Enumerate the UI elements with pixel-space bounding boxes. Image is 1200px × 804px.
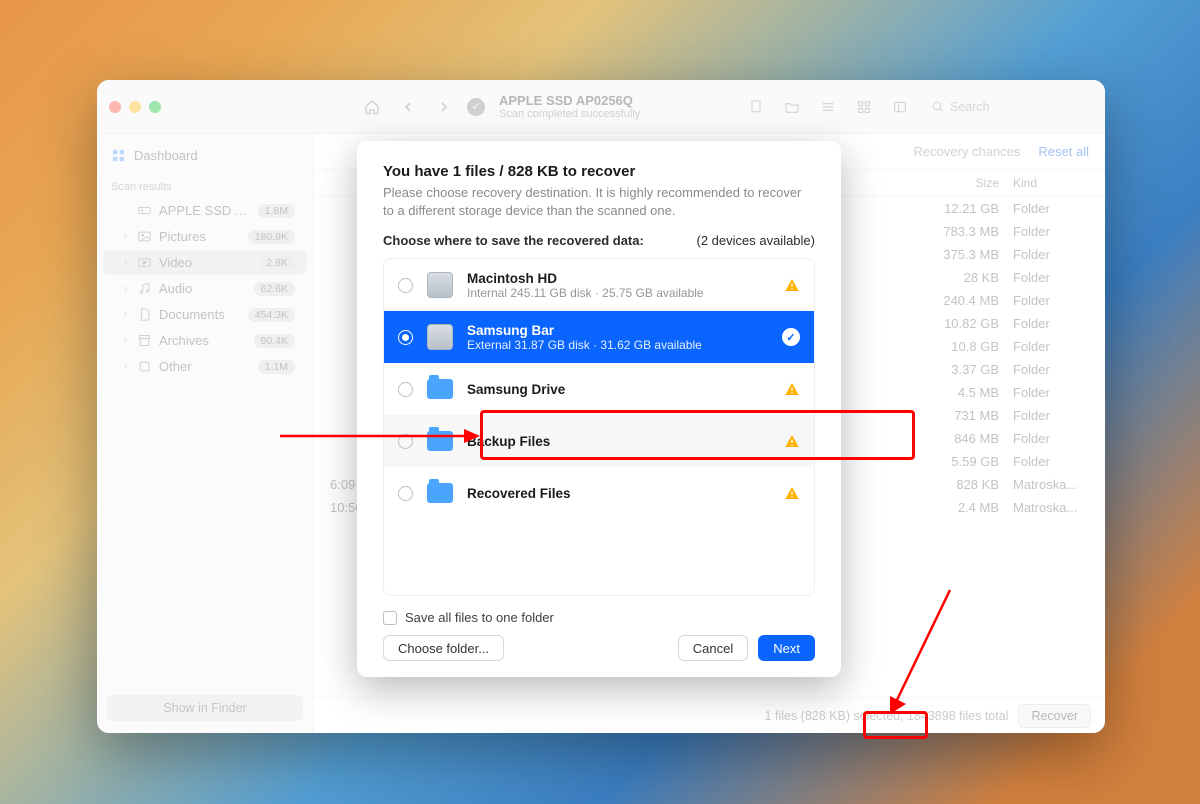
cancel-button[interactable]: Cancel (678, 635, 748, 661)
device-detail: External 31.87 GB disk · 31.62 GB availa… (467, 338, 770, 352)
check-icon: ✓ (782, 328, 800, 346)
radio-icon[interactable] (398, 486, 413, 501)
device-option-backup-files[interactable]: Backup Files (384, 415, 814, 467)
checkbox-icon[interactable] (383, 611, 397, 625)
choose-folder-button[interactable]: Choose folder... (383, 635, 504, 661)
app-window: ✓ APPLE SSD AP0256Q Scan completed succe… (97, 80, 1105, 733)
folder-icon (427, 379, 453, 399)
modal-title: You have 1 files / 828 KB to recover (383, 163, 815, 180)
folder-icon (427, 431, 453, 451)
drive-icon (427, 272, 453, 298)
radio-icon[interactable] (398, 330, 413, 345)
device-option-macintosh-hd[interactable]: Macintosh HDInternal 245.11 GB disk · 25… (384, 259, 814, 311)
warning-icon (784, 277, 800, 293)
device-name: Samsung Drive (467, 382, 772, 397)
modal-subtitle: Please choose recovery destination. It i… (383, 184, 815, 219)
next-button[interactable]: Next (758, 635, 815, 661)
warning-icon (784, 381, 800, 397)
device-option-recovered-files[interactable]: Recovered Files (384, 467, 814, 519)
warning-icon (784, 433, 800, 449)
device-list[interactable]: Macintosh HDInternal 245.11 GB disk · 25… (383, 258, 815, 596)
device-option-samsung-bar[interactable]: Samsung BarExternal 31.87 GB disk · 31.6… (384, 311, 814, 363)
device-name: Recovered Files (467, 486, 772, 501)
devices-available: (2 devices available) (696, 233, 815, 248)
radio-icon[interactable] (398, 278, 413, 293)
radio-icon[interactable] (398, 434, 413, 449)
save-all-option[interactable]: Save all files to one folder (383, 606, 815, 635)
device-name: Macintosh HD (467, 271, 772, 286)
warning-icon (784, 485, 800, 501)
device-name: Samsung Bar (467, 323, 770, 338)
folder-icon (427, 483, 453, 503)
save-all-label: Save all files to one folder (405, 610, 554, 625)
device-name: Backup Files (467, 434, 772, 449)
device-option-samsung-drive[interactable]: Samsung Drive (384, 363, 814, 415)
radio-icon[interactable] (398, 382, 413, 397)
recovery-destination-modal: You have 1 files / 828 KB to recover Ple… (357, 141, 841, 677)
choose-label: Choose where to save the recovered data: (383, 233, 644, 248)
drive-icon (427, 324, 453, 350)
device-detail: Internal 245.11 GB disk · 25.75 GB avail… (467, 286, 772, 300)
